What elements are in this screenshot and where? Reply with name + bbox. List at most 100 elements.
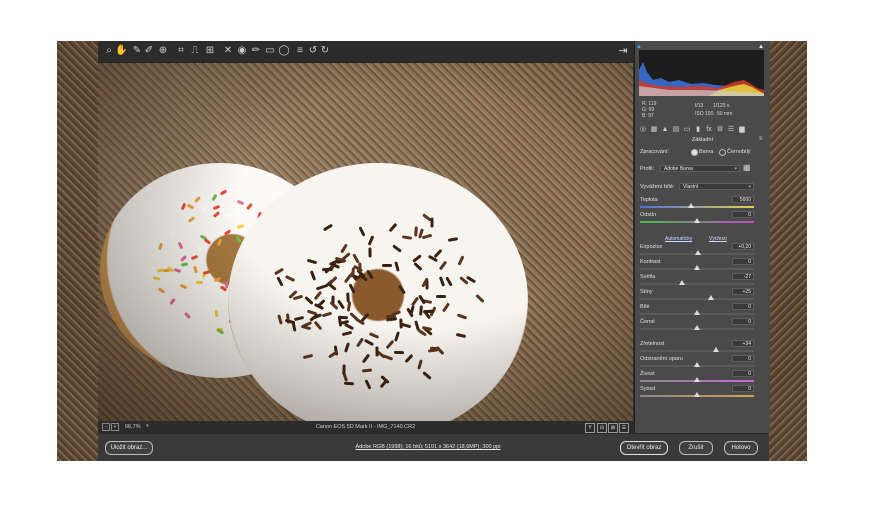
processing-label: Zpracování: (640, 149, 670, 155)
slider-track[interactable] (640, 250, 754, 255)
slider-value-field[interactable]: +25 (732, 288, 754, 295)
slider-thumb[interactable] (694, 310, 700, 315)
profile-label: Profil: (640, 166, 655, 172)
calibration-tab-icon[interactable]: ⚙ (716, 126, 724, 134)
save-image-button[interactable]: Uložit obraz... (105, 441, 153, 455)
default-link[interactable]: Výchozí (709, 236, 727, 242)
slider-value-field[interactable]: +0,20 (732, 243, 754, 250)
slider-track[interactable] (640, 310, 754, 315)
slider-track[interactable] (640, 347, 754, 352)
slider-thumb[interactable] (694, 392, 700, 397)
slider-value-field[interactable]: +34 (732, 340, 754, 347)
slider-thumb[interactable] (707, 295, 714, 300)
slider-track[interactable] (640, 377, 754, 382)
slider-thumb[interactable] (694, 377, 700, 382)
wb-label: Vyvážení bílé: (640, 184, 675, 190)
slider-track[interactable] (640, 295, 754, 300)
transform-icon[interactable]: ⊞ (204, 44, 216, 58)
effects-tab-icon[interactable]: fx (705, 126, 713, 134)
view-toggle-button[interactable]: Y (585, 423, 595, 433)
zoom-icon[interactable]: ⌕ (103, 44, 115, 58)
slider-thumb[interactable] (694, 362, 700, 367)
slider-value-field[interactable]: 5000 (732, 196, 754, 203)
rotate-left-icon[interactable]: ↺ (307, 44, 319, 58)
radio-color[interactable] (691, 149, 698, 156)
detail-tab-icon[interactable]: ▲ (661, 126, 669, 134)
slider-value-field[interactable]: 0 (732, 370, 754, 377)
status-bar: − + 66,7% ▾ Canon EOS 5D Mark II - IMG_7… (98, 421, 633, 433)
photo-vignette (98, 63, 633, 421)
before-after-button[interactable]: ⊟ (597, 423, 607, 433)
lens-tab-icon[interactable]: ▮ (694, 126, 702, 134)
straighten-icon[interactable]: ⎍ (189, 44, 201, 58)
tone-curve-tab-icon[interactable]: ▦ (650, 126, 658, 134)
slider-value-field[interactable]: 0 (732, 385, 754, 392)
rotate-right-icon[interactable]: ↻ (319, 44, 331, 58)
preview-settings-button[interactable]: ☰ (619, 423, 629, 433)
slider-label: Sytost (640, 386, 656, 392)
auto-link[interactable]: Automaticky (665, 236, 692, 242)
color-sampler-icon[interactable]: ✐ (143, 44, 155, 58)
slider-thumb[interactable] (679, 280, 686, 285)
slider-thumb[interactable] (695, 250, 702, 255)
hand-icon[interactable]: ✋ (115, 44, 127, 58)
slider-thumb[interactable] (694, 218, 700, 223)
adjustment-panel: ▲ ▲ R: 119 G: 99 B: 97 f/13 1/125 s ISO … (634, 41, 770, 433)
slider-track[interactable] (640, 392, 754, 397)
slider-track[interactable] (640, 203, 754, 208)
white-balance-icon[interactable]: ✎ (131, 44, 143, 58)
slider-thumb[interactable] (688, 203, 695, 208)
slider-label: Kontrast (640, 259, 661, 265)
chevron-down-icon: ▾ (748, 184, 751, 190)
adjustment-brush-icon[interactable]: ✏ (250, 44, 262, 58)
graduated-filter-icon[interactable]: ▭ (264, 44, 276, 58)
profile-browser-icon[interactable]: ▦ (743, 163, 751, 172)
preferences-icon[interactable]: ≡ (294, 44, 306, 58)
slider-label: Teplota (640, 197, 658, 203)
bottom-bar: Uložit obraz... Adobe RGB (1998); 16 bit… (98, 433, 769, 461)
basic-tab-icon[interactable]: ◎ (639, 126, 647, 134)
workflow-options-link[interactable]: Adobe RGB (1998); 16 bitů; 5101 x 3642 (… (278, 444, 578, 450)
slider-label: Odstín (640, 212, 657, 218)
targeted-adjust-icon[interactable]: ⊕ (157, 44, 169, 58)
slider-thumb[interactable] (694, 325, 700, 330)
done-button[interactable]: Hotovo (724, 441, 758, 455)
slider-track[interactable] (640, 218, 754, 223)
swap-settings-button[interactable]: ⊠ (608, 423, 618, 433)
split-toning-tab-icon[interactable]: ▭ (683, 126, 691, 134)
toolbar: ⇥ ⌕ ✋ ✎ ✐ ⊕ ⌗ ⎍ ⊞ ✕ ◉ ✏ ▭ ◯ ≡ ↺ ↻ (98, 41, 633, 63)
slider-value-field[interactable]: 0 (732, 303, 754, 310)
presets-tab-icon[interactable]: ☰ (727, 126, 735, 134)
slider-track[interactable] (640, 362, 754, 367)
snapshots-tab-icon[interactable]: ▆ (738, 126, 746, 134)
slider-thumb[interactable] (713, 347, 720, 352)
slider-track[interactable] (640, 280, 754, 285)
white-balance-select[interactable]: Vlastní ▾ (679, 183, 754, 190)
shutter-speed: 1/125 s (713, 103, 730, 109)
radio-bw[interactable] (719, 149, 726, 156)
radial-filter-icon[interactable]: ◯ (278, 44, 290, 58)
profile-value: Adobe Barva (664, 166, 693, 172)
slider-label: Stíny (640, 289, 653, 295)
panel-menu-icon[interactable]: ≡ (759, 136, 763, 142)
readout-blue: B: 97 (642, 113, 654, 119)
profile-select[interactable]: Adobe Barva ▾ (660, 165, 740, 172)
crop-icon[interactable]: ⌗ (175, 44, 187, 58)
slider-label: Expozice (640, 244, 663, 250)
export-icon[interactable]: ⇥ (617, 44, 629, 58)
slider-value-field[interactable]: 0 (732, 258, 754, 265)
slider-value-field[interactable]: -27 (732, 273, 754, 280)
hsl-tab-icon[interactable]: ▤ (672, 126, 680, 134)
slider-track[interactable] (640, 265, 754, 270)
slider-track[interactable] (640, 325, 754, 330)
slider-value-field[interactable]: 0 (732, 211, 754, 218)
open-image-button[interactable]: Otevřít obraz (620, 441, 668, 455)
slider-value-field[interactable]: 0 (732, 355, 754, 362)
focal-length: 50 mm (717, 111, 733, 117)
slider-thumb[interactable] (694, 265, 700, 270)
spot-removal-icon[interactable]: ✕ (222, 44, 234, 58)
red-eye-icon[interactable]: ◉ (236, 44, 248, 58)
cancel-button[interactable]: Zrušit (679, 441, 713, 455)
slider-value-field[interactable]: 0 (732, 318, 754, 325)
image-preview[interactable] (98, 63, 633, 421)
